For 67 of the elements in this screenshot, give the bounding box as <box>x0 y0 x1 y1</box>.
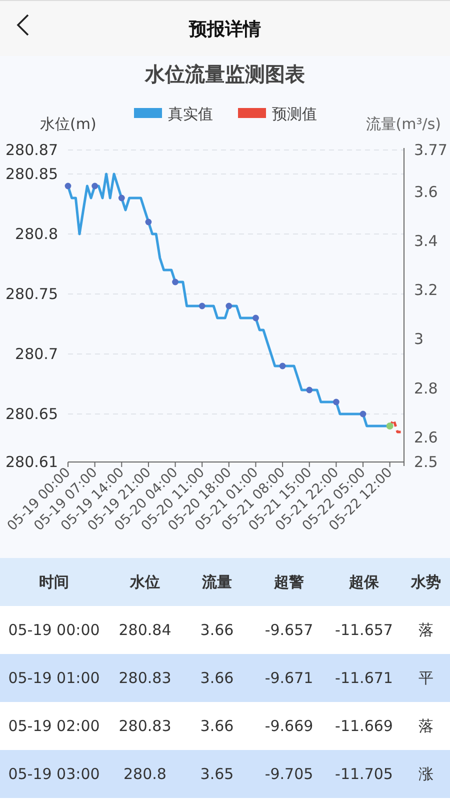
table-cell-text: -9.705 <box>264 765 314 783</box>
back-icon[interactable] <box>16 14 30 36</box>
axis-label: 2.5 <box>414 453 438 471</box>
axis-label: 3 <box>414 330 424 348</box>
axis-label: 280.85 <box>6 165 58 183</box>
axis-label: 280.65 <box>6 405 58 423</box>
table-cell-text: -11.669 <box>334 717 394 735</box>
data-point <box>332 398 340 406</box>
axis-label: 280.7 <box>15 345 58 363</box>
table-cell-text: 3.65 <box>199 765 235 783</box>
axis-label: 280.87 <box>6 141 58 159</box>
table-cell-text: -9.671 <box>264 669 314 687</box>
data-point <box>252 314 259 322</box>
table-cell-text: 05-19 02:00 <box>7 717 101 735</box>
table-cell-text: -11.671 <box>334 669 394 687</box>
table-cell-text: 05-19 01:00 <box>7 669 101 687</box>
column-header: 超警 <box>273 572 305 592</box>
axis-title: 水位(m) <box>40 115 96 133</box>
table-cell-text: 落 <box>418 716 434 736</box>
table-cell-text: 3.66 <box>199 669 235 687</box>
axis-title: 流量(m³/s) <box>366 115 441 133</box>
table-cell-text: -9.657 <box>264 621 314 639</box>
data-point <box>145 218 152 226</box>
data-point <box>118 194 125 202</box>
table-cell-text: 平 <box>418 668 434 688</box>
axis-label: 280.61 <box>6 453 58 471</box>
column-header: 超保 <box>348 572 380 592</box>
axis-label: 280.75 <box>6 285 58 303</box>
table-cell-text: 05-19 03:00 <box>7 765 101 783</box>
data-point <box>64 182 72 190</box>
axis-label: 3.4 <box>414 232 438 250</box>
axis-label: 3.2 <box>414 281 438 300</box>
axis-label: 2.8 <box>414 379 438 398</box>
legend-item[interactable]: 真实值 <box>134 105 213 123</box>
legend-label: 预测值 <box>272 105 317 123</box>
axis-label: 280.8 <box>15 225 58 243</box>
table-cell-text: 3.66 <box>199 621 235 639</box>
table-cell-text: 280.84 <box>118 621 172 639</box>
column-header: 水位 <box>128 572 161 592</box>
table-cell-text: 280.8 <box>122 765 168 783</box>
data-point <box>306 386 313 394</box>
column-header: 流量 <box>201 572 233 592</box>
legend-item[interactable]: 预测值 <box>238 105 317 123</box>
data-point <box>279 362 286 370</box>
data-point <box>226 302 232 310</box>
table-cell-text: 280.83 <box>118 717 172 735</box>
axis-label: 2.6 <box>414 428 438 446</box>
table-cell-text: -9.669 <box>264 717 314 735</box>
chart-title: 水位流量监测图表 <box>144 60 306 88</box>
table-cell-text: 涨 <box>418 764 434 784</box>
page-title: 预报详情 <box>189 18 261 40</box>
data-point <box>360 410 366 418</box>
data-point <box>92 182 98 190</box>
table-cell-text: 280.83 <box>118 669 172 687</box>
table-cell-text: -11.705 <box>334 765 394 783</box>
column-header: 水势 <box>410 572 442 592</box>
legend-label: 真实值 <box>168 105 213 123</box>
table-cell-text: 落 <box>418 620 434 640</box>
column-header: 时间 <box>38 572 70 592</box>
axis-label: 3.6 <box>414 182 438 201</box>
table-cell-text: 3.66 <box>199 717 235 735</box>
data-point <box>172 278 178 286</box>
axis-label: 3.77 <box>414 141 448 159</box>
data-point <box>198 302 206 310</box>
table-cell-text: -11.657 <box>334 621 394 639</box>
data-point <box>386 422 394 430</box>
table-cell-text: 05-19 00:00 <box>7 621 101 639</box>
